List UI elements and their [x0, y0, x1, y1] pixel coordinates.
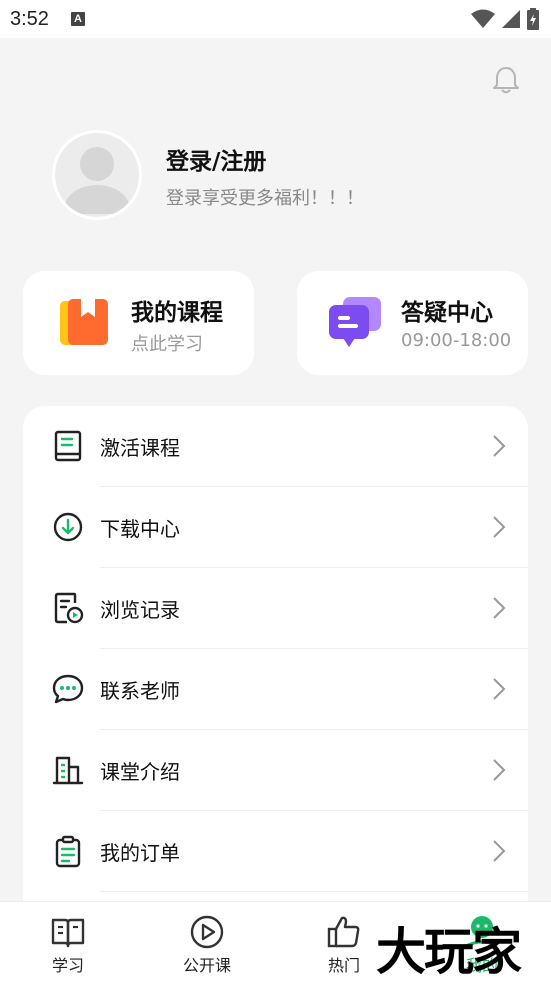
tab-open-course[interactable]: 公开课: [157, 902, 257, 981]
qa-center-card[interactable]: 答疑中心 09:00-18:00: [297, 271, 528, 375]
clipboard-icon: [55, 835, 81, 868]
tab-popular[interactable]: 热门: [294, 902, 394, 981]
menu-item-label: 联系老师: [100, 679, 180, 703]
qa-center-title: 答疑中心: [401, 300, 493, 326]
book-activate-icon: [54, 430, 82, 462]
play-circle-icon: [190, 915, 224, 949]
user-icon: [466, 916, 498, 947]
tab-label: 热门: [327, 956, 360, 975]
my-courses-subtitle: 点此学习: [131, 334, 203, 355]
building-icon: [52, 756, 84, 785]
chat-bubbles-icon: [329, 297, 381, 347]
battery-icon: [527, 8, 539, 30]
menu-list: 激活课程 下载中心 浏览记录 联系老师 课堂介绍 我的订单: [23, 406, 528, 966]
status-time: 3:52: [10, 7, 49, 30]
menu-item-label: 课堂介绍: [100, 760, 180, 784]
status-notification-icon: A: [70, 12, 85, 26]
tab-study[interactable]: 学习: [18, 902, 118, 981]
avatar[interactable]: [52, 130, 142, 220]
my-courses-title: 我的课程: [131, 300, 223, 326]
open-book-icon: [51, 918, 85, 948]
chevron-right-icon: [493, 840, 506, 862]
status-bar: 3:52 A: [0, 0, 551, 38]
download-icon: [53, 512, 83, 542]
menu-item-activate-course[interactable]: 激活课程: [23, 406, 528, 487]
menu-item-class-intro[interactable]: 课堂介绍: [23, 730, 528, 811]
menu-item-my-orders[interactable]: 我的订单: [23, 811, 528, 892]
chevron-right-icon: [493, 759, 506, 781]
default-avatar-icon: [62, 147, 132, 214]
menu-item-browse-history[interactable]: 浏览记录: [23, 568, 528, 649]
menu-item-contact-teacher[interactable]: 联系老师: [23, 649, 528, 730]
chevron-right-icon: [493, 435, 506, 457]
tab-label: 学习: [51, 956, 84, 975]
bottom-nav: 学习 公开课 热门 我的: [0, 901, 551, 981]
menu-item-label: 我的订单: [100, 841, 180, 865]
menu-item-label: 下载中心: [100, 517, 180, 541]
thumbs-up-icon: [327, 916, 360, 948]
tab-mine[interactable]: 我的: [432, 902, 532, 981]
status-icons: [471, 8, 539, 30]
message-icon: [52, 674, 84, 704]
tab-label: 我的: [465, 956, 498, 975]
menu-item-label: 浏览记录: [100, 598, 180, 622]
menu-item-label: 激活课程: [100, 436, 180, 460]
menu-item-download-center[interactable]: 下载中心: [23, 487, 528, 568]
login-subtitle: 登录享受更多福利！！！: [166, 188, 364, 209]
history-icon: [54, 592, 84, 624]
tab-label: 公开课: [182, 956, 231, 975]
book-icon: [60, 299, 108, 345]
my-courses-card[interactable]: 我的课程 点此学习: [23, 271, 254, 375]
chevron-right-icon: [493, 597, 506, 619]
chevron-right-icon: [493, 678, 506, 700]
signal-icon: [502, 10, 520, 28]
wifi-icon: [471, 9, 495, 28]
qa-center-hours: 09:00-18:00: [401, 330, 512, 351]
bell-icon[interactable]: [490, 64, 522, 96]
chevron-right-icon: [493, 516, 506, 538]
login-register-link[interactable]: 登录/注册: [166, 142, 266, 176]
